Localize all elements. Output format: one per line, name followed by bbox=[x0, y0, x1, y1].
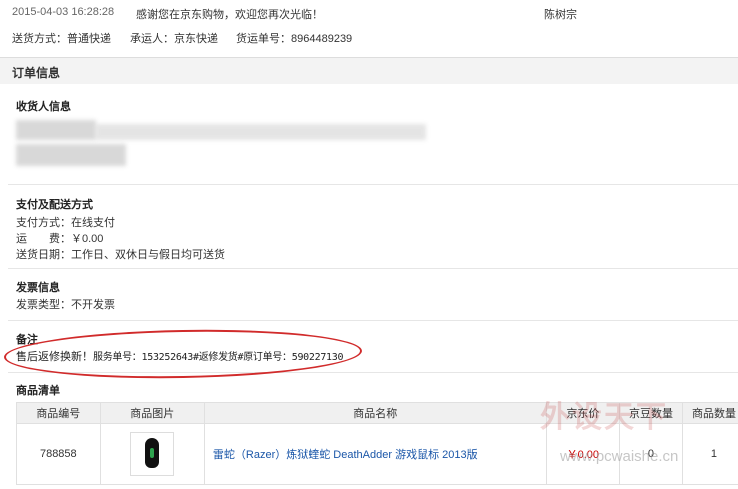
product-thumbnail[interactable] bbox=[130, 432, 175, 476]
watermark-url: www.pcwaishe.cn bbox=[560, 448, 679, 465]
goods-id: 788858 bbox=[16, 423, 101, 485]
watermark-logo: 外设天下 bbox=[540, 401, 668, 434]
redacted-receiver-name bbox=[16, 120, 96, 140]
invoice-title: 发票信息 bbox=[16, 282, 60, 294]
delivery-date-label: 送货日期： bbox=[16, 249, 71, 261]
payment-method-value: 在线支付 bbox=[71, 217, 115, 229]
divider bbox=[8, 268, 738, 269]
divider bbox=[8, 184, 738, 185]
payment-method: 支付方式：在线支付 bbox=[16, 214, 115, 230]
ship-method-value: 普通快递 bbox=[67, 33, 111, 45]
col-header-id: 商品编号 bbox=[16, 402, 101, 424]
payment-method-label: 支付方式： bbox=[16, 217, 71, 229]
freight-value: ￥0.00 bbox=[71, 233, 104, 245]
goods-title: 商品清单 bbox=[16, 385, 60, 397]
tracking-label: 货运单号： bbox=[236, 33, 291, 45]
redacted-receiver-phone bbox=[16, 144, 126, 166]
divider bbox=[8, 320, 738, 321]
log-timestamp: 2015-04-03 16:28:28 bbox=[12, 6, 115, 18]
mouse-icon bbox=[145, 438, 160, 468]
col-header-qty: 商品数量 bbox=[681, 402, 738, 424]
order-log-strip: 2015-04-03 16:28:28 感谢您在京东购物，欢迎您再次光临！ 陈树… bbox=[0, 0, 738, 57]
goods-name-link[interactable]: 雷蛇（Razer）炼狱蝰蛇 DeathAdder 游戏鼠标 2013版 bbox=[203, 423, 547, 485]
carrier-label: 承运人： bbox=[130, 33, 174, 45]
invoice-type-label: 发票类型： bbox=[16, 299, 71, 311]
delivery-date-value: 工作日、双休日与假日均可送货 bbox=[71, 249, 225, 261]
carrier-value: 京东快递 bbox=[174, 33, 218, 45]
goods-qty: 1 bbox=[681, 423, 738, 485]
invoice-type-value: 不开发票 bbox=[71, 299, 115, 311]
freight-label: 运 费： bbox=[16, 233, 71, 245]
payment-title: 支付及配送方式 bbox=[16, 199, 93, 211]
carrier: 承运人：京东快递 bbox=[130, 30, 218, 46]
col-header-image: 商品图片 bbox=[99, 402, 205, 424]
delivery-date: 送货日期：工作日、双休日与假日均可送货 bbox=[16, 246, 225, 262]
redacted-receiver-address bbox=[96, 124, 426, 140]
ship-method-label: 送货方式： bbox=[12, 33, 67, 45]
freight: 运 费：￥0.00 bbox=[16, 230, 103, 246]
receiver-title: 收货人信息 bbox=[16, 101, 71, 113]
tracking-number: 货运单号：8964489239 bbox=[236, 30, 352, 46]
tracking-value: 8964489239 bbox=[291, 33, 353, 45]
log-message: 感谢您在京东购物，欢迎您再次光临！ bbox=[136, 9, 323, 21]
order-info-header: 订单信息 bbox=[0, 57, 738, 86]
col-header-name: 商品名称 bbox=[203, 402, 547, 424]
log-operator: 陈树宗 bbox=[544, 9, 577, 21]
section-title: 订单信息 bbox=[12, 66, 61, 80]
ship-method: 送货方式：普通快递 bbox=[12, 30, 111, 46]
goods-image-cell bbox=[99, 423, 205, 485]
invoice-type: 发票类型：不开发票 bbox=[16, 296, 115, 312]
